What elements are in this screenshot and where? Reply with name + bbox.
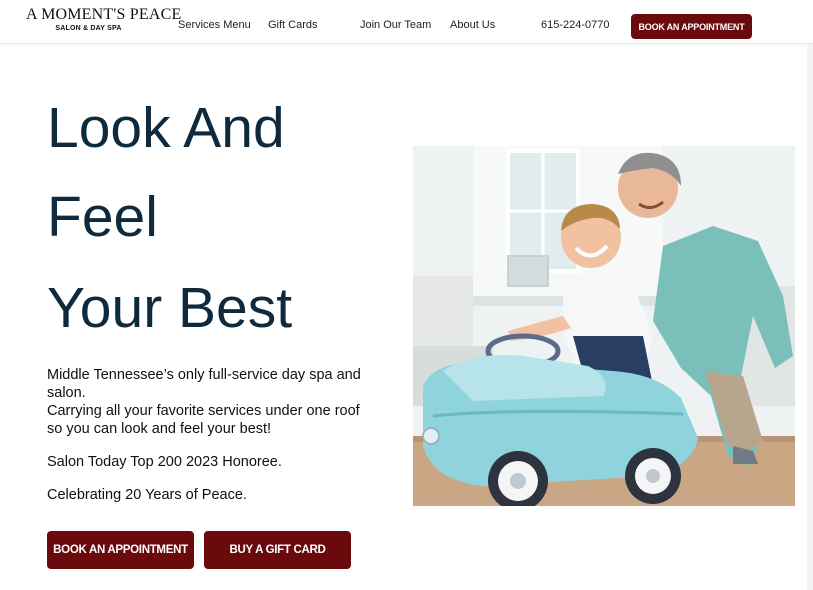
logo[interactable]: A MOMENT'S PEACE SALON & DAY SPA <box>26 6 182 34</box>
header-book-appointment-button[interactable]: BOOK AN APPOINTMENT <box>631 14 752 39</box>
nav-services-menu[interactable]: Services Menu <box>178 19 251 31</box>
buy-gift-card-button[interactable]: BUY A GIFT CARD <box>204 531 351 569</box>
nav-join-our-team[interactable]: Join Our Team <box>360 19 431 31</box>
hero-photo-father-son-pedal-car <box>413 146 795 506</box>
hero-headline-line-3: Your Best <box>47 276 293 340</box>
hero-tagline: Carrying all your favorite services unde… <box>47 403 360 437</box>
hero-headline-line-2: Feel <box>47 185 158 249</box>
book-appointment-button[interactable]: BOOK AN APPOINTMENT <box>47 531 194 569</box>
hero-photo-illustration <box>413 146 795 506</box>
phone-link[interactable]: 615-224-0770 <box>541 19 610 31</box>
anniversary-text: Celebrating 20 Years of Peace. <box>47 487 247 503</box>
hero-description: Middle Tennessee’s only full-service day… <box>47 367 361 401</box>
award-text: Salon Today Top 200 2023 Honoree. <box>47 454 282 470</box>
hero-headline-line-1: Look And <box>47 96 285 160</box>
logo-wordmark: A MOMENT'S PEACE <box>26 6 182 23</box>
nav-gift-cards[interactable]: Gift Cards <box>268 19 318 31</box>
nav-about-us[interactable]: About Us <box>450 19 495 31</box>
top-navigation-bar: A MOMENT'S PEACE SALON & DAY SPA Service… <box>0 0 813 44</box>
scrollbar-track[interactable] <box>807 44 813 590</box>
logo-tagline: SALON & DAY SPA <box>55 25 122 32</box>
